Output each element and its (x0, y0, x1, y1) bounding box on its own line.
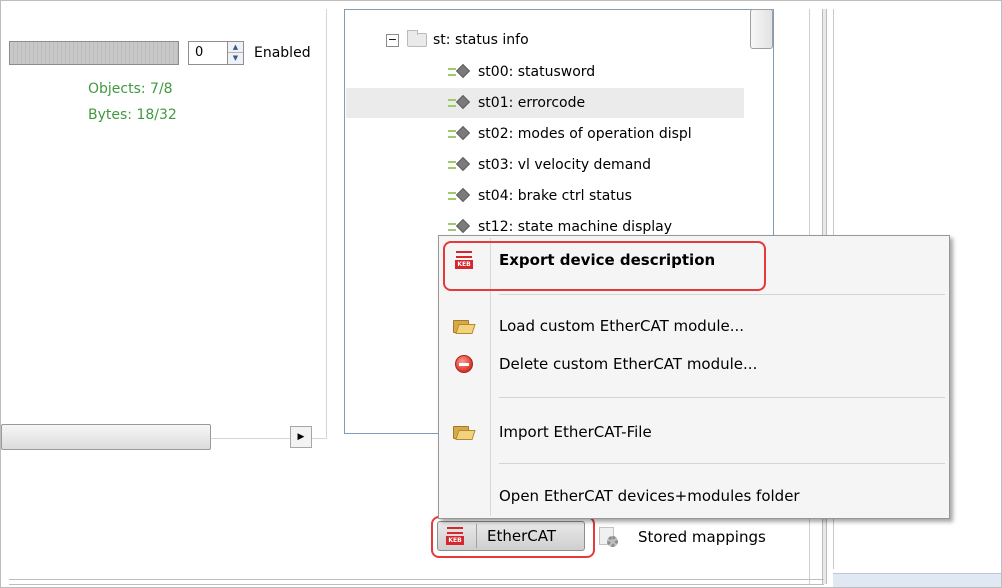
folder-open-icon (453, 318, 476, 334)
stepper-up-icon[interactable]: ▲ (228, 42, 243, 53)
tree-scrollbar-thumb[interactable] (750, 9, 773, 49)
menu-item-open-modules-folder[interactable]: Open EtherCAT devices+modules folder (441, 478, 947, 514)
application-window: 0 ▲ ▼ Enabled Objects: 7/8 Bytes: 18/32 … (0, 0, 1002, 588)
tree-item[interactable]: st01: errorcode (346, 88, 744, 118)
tree-item-label: st04: brake ctrl status (478, 188, 632, 204)
folder-icon (407, 30, 427, 47)
menu-item-load-custom-module[interactable]: Load custom EtherCAT module... (441, 308, 947, 344)
gear-icon (598, 526, 620, 548)
tree-item-label: st03: vl velocity demand (478, 157, 652, 173)
tree-item[interactable]: st00: statusword (448, 57, 744, 87)
parameter-icon (448, 94, 472, 110)
parameter-icon (448, 218, 472, 234)
collapse-icon[interactable]: − (386, 33, 399, 47)
slot-count-input[interactable]: 0 (188, 41, 229, 65)
horizontal-scrollbar-thumb[interactable] (1, 424, 211, 450)
tree-item[interactable]: st02: modes of operation displ (448, 119, 692, 149)
menu-item-label: Open EtherCAT devices+modules folder (499, 487, 800, 505)
tree-item-label: st12: state machine display (478, 219, 673, 235)
parameter-icon (448, 156, 472, 172)
menu-separator (499, 397, 945, 398)
parameter-icon (448, 125, 472, 141)
tree-item[interactable]: st03: vl velocity demand (448, 150, 651, 180)
menu-item-label: Import EtherCAT-File (499, 423, 652, 441)
objects-count: Objects: 7/8 (88, 81, 173, 97)
tree-item-label: st02: modes of operation displ (478, 126, 692, 142)
mapping-panel: 0 ▲ ▼ Enabled Objects: 7/8 Bytes: 18/32 (9, 9, 327, 439)
tree-item[interactable]: st04: brake ctrl status (448, 181, 632, 211)
tree-group-label: st: status info (433, 32, 529, 48)
bottom-border (9, 579, 824, 585)
ethercat-highlight (431, 516, 595, 558)
scroll-right-icon[interactable]: ▶ (290, 426, 312, 448)
stored-mappings-button[interactable]: Stored mappings (598, 523, 766, 551)
export-highlight (443, 241, 766, 291)
menu-separator (499, 294, 945, 295)
mapping-usage-bar (9, 41, 179, 65)
folder-open-icon (453, 424, 476, 440)
stored-mappings-label: Stored mappings (638, 528, 766, 546)
parameter-icon (448, 63, 472, 79)
enabled-label: Enabled (254, 45, 311, 61)
menu-item-import-ethercat-file[interactable]: Import EtherCAT-File (441, 414, 947, 450)
stepper-down-icon[interactable]: ▼ (228, 53, 243, 64)
tree-group-status-info[interactable]: − st: status info (386, 25, 529, 55)
menu-item-label: Delete custom EtherCAT module... (499, 355, 758, 373)
delete-icon (455, 355, 473, 373)
side-panel-footer (833, 573, 1001, 587)
parameter-icon (448, 187, 472, 203)
menu-item-label: Load custom EtherCAT module... (499, 317, 745, 335)
tree-item-label: st01: errorcode (478, 95, 586, 111)
slot-count-stepper[interactable]: ▲ ▼ (227, 41, 244, 65)
bytes-count: Bytes: 18/32 (88, 107, 177, 123)
menu-separator (499, 463, 945, 464)
menu-item-delete-custom-module[interactable]: Delete custom EtherCAT module... (441, 346, 947, 382)
tree-item-label: st00: statusword (478, 64, 596, 80)
